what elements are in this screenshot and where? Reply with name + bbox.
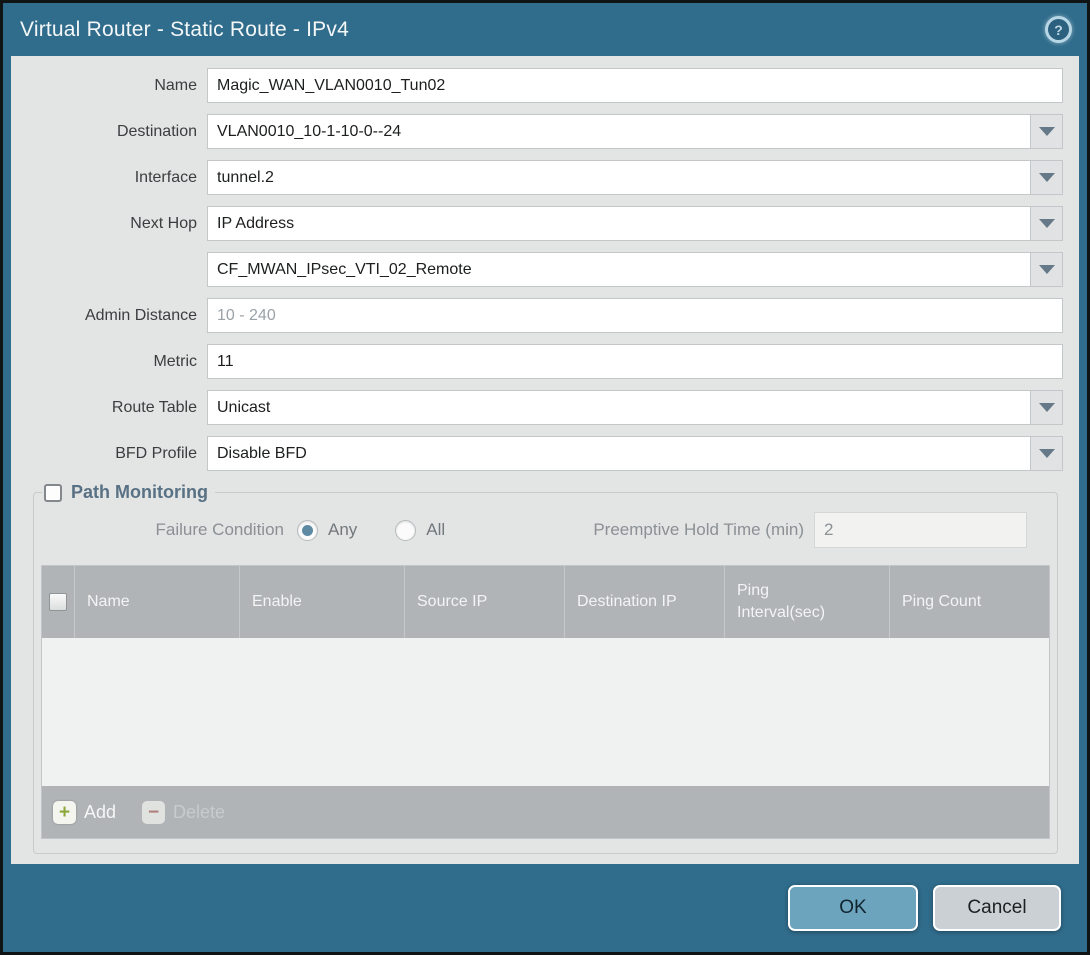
next-hop-value-input[interactable] — [208, 253, 1030, 286]
header-cell-destination-ip: Destination IP — [565, 566, 725, 638]
header-cell-select — [42, 566, 75, 638]
metric-field — [207, 344, 1063, 379]
column-label: Ping Interval(sec) — [737, 580, 845, 623]
cancel-button[interactable]: Cancel — [933, 885, 1061, 931]
failure-condition-all-label: All — [426, 520, 445, 540]
destination-field — [207, 114, 1063, 149]
dialog-footer: OK Cancel — [3, 864, 1087, 952]
dialog-title: Virtual Router - Static Route - IPv4 — [20, 18, 349, 42]
form-row-metric: Metric — [11, 344, 1063, 379]
form-row-interface: Interface — [11, 160, 1063, 195]
path-monitoring-table: Name Enable Source IP Destination IP Pin… — [41, 565, 1050, 839]
table-footer: + Add − Delete — [42, 786, 1049, 838]
delete-button-label: Delete — [173, 802, 225, 823]
chevron-down-icon — [1039, 265, 1055, 274]
column-label: Name — [87, 593, 130, 611]
chevron-down-icon — [1039, 449, 1055, 458]
interface-dropdown-button[interactable] — [1030, 160, 1063, 195]
hold-time-label: Preemptive Hold Time (min) — [593, 520, 814, 540]
path-monitoring-legend: Path Monitoring — [42, 482, 215, 503]
dialog-body: Name Destination Interface — [11, 56, 1079, 864]
destination-input[interactable] — [208, 115, 1030, 148]
chevron-down-icon — [1039, 127, 1055, 136]
ok-button[interactable]: OK — [788, 885, 918, 931]
path-monitoring-checkbox[interactable] — [44, 484, 62, 502]
admin-distance-label: Admin Distance — [11, 307, 207, 325]
column-label: Source IP — [417, 593, 487, 611]
admin-distance-input[interactable] — [208, 299, 1062, 332]
next-hop-type-dropdown-button[interactable] — [1030, 206, 1063, 241]
form-row-destination: Destination — [11, 114, 1063, 149]
route-table-dropdown-button[interactable] — [1030, 390, 1063, 425]
admin-distance-field — [207, 298, 1063, 333]
delete-button[interactable]: − Delete — [142, 801, 225, 824]
header-cell-source-ip: Source IP — [405, 566, 565, 638]
bfd-profile-label: BFD Profile — [11, 445, 207, 463]
chevron-down-icon — [1039, 403, 1055, 412]
metric-label: Metric — [11, 353, 207, 371]
header-cell-ping-interval: Ping Interval(sec) — [725, 566, 890, 638]
form-row-admin-distance: Admin Distance — [11, 298, 1063, 333]
header-cell-name: Name — [75, 566, 240, 638]
hold-time-input[interactable] — [814, 512, 1027, 548]
name-input[interactable] — [208, 69, 1062, 102]
path-monitoring-title: Path Monitoring — [71, 482, 208, 503]
metric-input[interactable] — [208, 345, 1062, 378]
plus-icon: + — [53, 801, 76, 824]
interface-field — [207, 160, 1063, 195]
form-row-name: Name — [11, 68, 1063, 103]
failure-condition-radio-all[interactable] — [395, 520, 416, 541]
column-label: Destination IP — [577, 593, 677, 611]
add-button[interactable]: + Add — [53, 801, 116, 824]
header-cell-ping-count: Ping Count — [890, 566, 1049, 638]
failure-condition-label: Failure Condition — [41, 520, 297, 540]
next-hop-type-field — [207, 206, 1063, 241]
next-hop-type-input[interactable] — [208, 207, 1030, 240]
table-body-empty — [42, 638, 1049, 786]
static-route-dialog: Virtual Router - Static Route - IPv4 ? N… — [0, 0, 1090, 955]
destination-dropdown-button[interactable] — [1030, 114, 1063, 149]
name-label: Name — [11, 77, 207, 95]
next-hop-value-dropdown-button[interactable] — [1030, 252, 1063, 287]
failure-condition-any-label: Any — [328, 520, 357, 540]
select-all-checkbox[interactable] — [49, 593, 67, 611]
bfd-profile-input[interactable] — [208, 437, 1030, 470]
route-table-label: Route Table — [11, 399, 207, 417]
minus-icon: − — [142, 801, 165, 824]
next-hop-label: Next Hop — [11, 215, 207, 233]
form-row-next-hop: Next Hop — [11, 206, 1063, 241]
dialog-titlebar: Virtual Router - Static Route - IPv4 ? — [3, 3, 1087, 56]
bfd-profile-field — [207, 436, 1063, 471]
chevron-down-icon — [1039, 173, 1055, 182]
failure-condition-row: Failure Condition Any All Preemptive Hol… — [41, 512, 1050, 548]
help-question-glyph: ? — [1048, 19, 1069, 40]
interface-label: Interface — [11, 169, 207, 187]
table-header: Name Enable Source IP Destination IP Pin… — [42, 566, 1049, 638]
chevron-down-icon — [1039, 219, 1055, 228]
column-label: Ping Count — [902, 593, 981, 611]
path-monitoring-section: Path Monitoring Failure Condition Any Al… — [33, 482, 1058, 854]
route-table-input[interactable] — [208, 391, 1030, 424]
destination-label: Destination — [11, 123, 207, 141]
route-table-field — [207, 390, 1063, 425]
form-row-bfd-profile: BFD Profile — [11, 436, 1063, 471]
help-icon[interactable]: ? — [1045, 16, 1072, 43]
add-button-label: Add — [84, 802, 116, 823]
form-row-route-table: Route Table — [11, 390, 1063, 425]
next-hop-value-field — [207, 252, 1063, 287]
form-row-next-hop-value — [11, 252, 1063, 287]
failure-condition-radio-any[interactable] — [297, 520, 318, 541]
bfd-profile-dropdown-button[interactable] — [1030, 436, 1063, 471]
header-cell-enable: Enable — [240, 566, 405, 638]
hold-time-group: Preemptive Hold Time (min) — [593, 512, 1050, 548]
interface-input[interactable] — [208, 161, 1030, 194]
name-field — [207, 68, 1063, 103]
column-label: Enable — [252, 593, 302, 611]
